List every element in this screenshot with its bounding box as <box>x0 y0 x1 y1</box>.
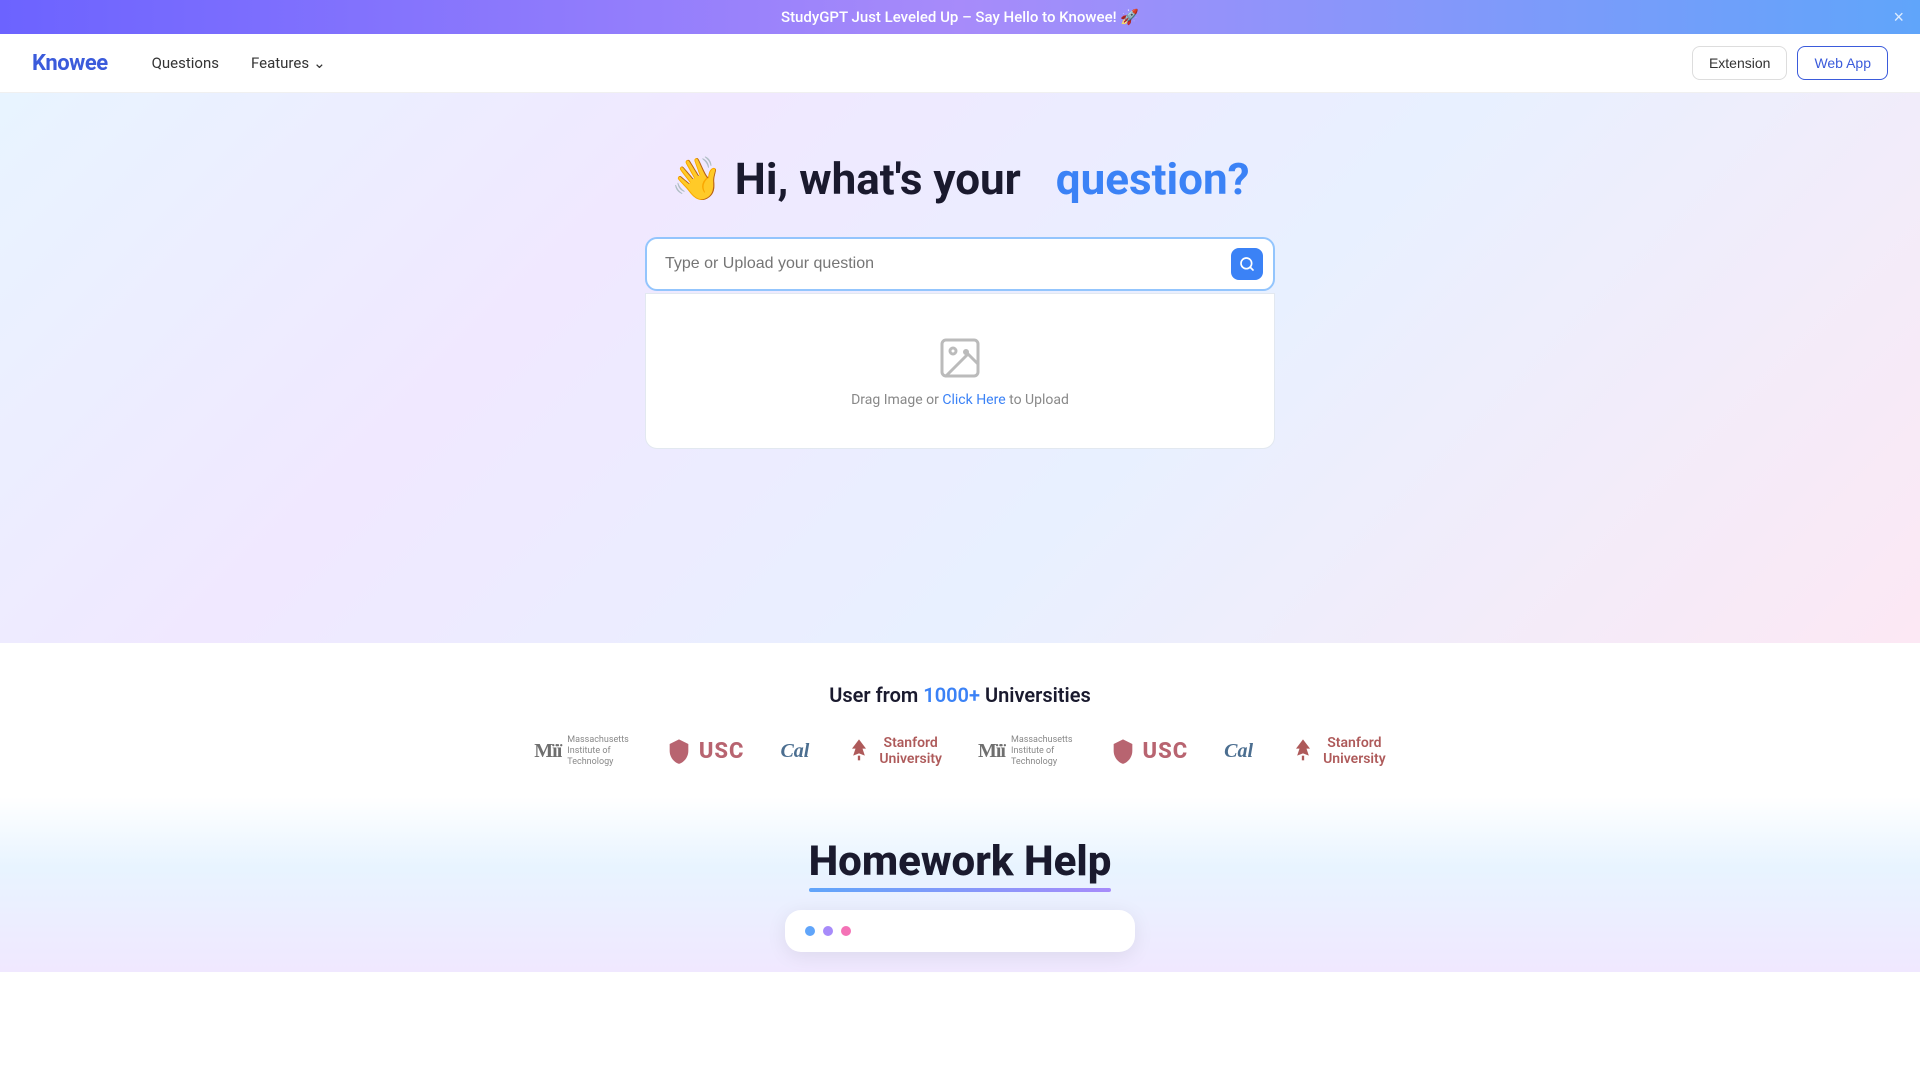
usc-shield-icon <box>665 737 693 765</box>
logo-stanford-2: StanfordUniversity <box>1289 735 1386 767</box>
upload-area[interactable]: Drag Image or Click Here to Upload <box>645 293 1275 449</box>
search-container <box>645 237 1275 291</box>
nav-links: Questions Features ⌄ <box>140 48 1692 78</box>
search-input[interactable] <box>645 237 1275 291</box>
upload-link[interactable]: Click Here <box>942 392 1005 408</box>
navbar: Knowee Questions Features ⌄ Extension We… <box>0 34 1920 93</box>
nav-features[interactable]: Features ⌄ <box>239 48 338 78</box>
hero-title-accent: question? <box>1056 153 1250 205</box>
usc-shield-icon-2 <box>1109 737 1137 765</box>
dot-blue <box>805 926 815 936</box>
hero-title-pre: Hi, what's your <box>735 153 1021 205</box>
university-logos: Mïï MassachusettsInstitute ofTechnology … <box>20 735 1900 767</box>
universities-section: User from 1000+ Universities Mïï Massach… <box>0 643 1920 797</box>
logo-cal-1: Cal <box>780 740 809 763</box>
nav-actions: Extension Web App <box>1692 46 1888 80</box>
banner-text: StudyGPT Just Leveled Up – Say Hello to … <box>781 8 1139 26</box>
announcement-banner: StudyGPT Just Leveled Up – Say Hello to … <box>0 0 1920 34</box>
universities-count: 1000+ <box>923 683 980 707</box>
logo-cal-2: Cal <box>1224 740 1253 763</box>
dot-purple <box>823 926 833 936</box>
nav-questions[interactable]: Questions <box>140 48 231 78</box>
logo-usc-1: USC <box>665 737 745 765</box>
logo-stanford-1: StanfordUniversity <box>845 735 942 767</box>
hero-title: 👋 Hi, what's your question? <box>670 153 1249 205</box>
upload-icon <box>936 334 984 382</box>
extension-button[interactable]: Extension <box>1692 46 1787 80</box>
webapp-button[interactable]: Web App <box>1797 46 1888 80</box>
logo[interactable]: Knowee <box>32 51 108 76</box>
logo-mit-1: Mïï MassachusettsInstitute ofTechnology <box>534 735 629 767</box>
search-button[interactable] <box>1231 248 1263 280</box>
logo-usc-2: USC <box>1109 737 1189 765</box>
close-banner-button[interactable]: × <box>1893 8 1904 26</box>
homework-section: Homework Help <box>0 797 1920 972</box>
search-icon <box>1239 256 1255 272</box>
homework-card-preview <box>785 910 1135 952</box>
stanford-tree-icon <box>845 737 873 765</box>
upload-text: Drag Image or Click Here to Upload <box>851 392 1069 408</box>
hero-section: 👋 Hi, what's your question? Drag Image o… <box>0 93 1920 643</box>
logo-mit-2: Mïï MassachusettsInstitute ofTechnology <box>978 735 1073 767</box>
chevron-down-icon: ⌄ <box>313 54 326 72</box>
stanford-tree-icon-2 <box>1289 737 1317 765</box>
homework-title: Homework Help <box>20 837 1900 886</box>
universities-title: User from 1000+ Universities <box>20 683 1900 707</box>
wave-emoji: 👋 <box>670 155 722 204</box>
dot-pink <box>841 926 851 936</box>
